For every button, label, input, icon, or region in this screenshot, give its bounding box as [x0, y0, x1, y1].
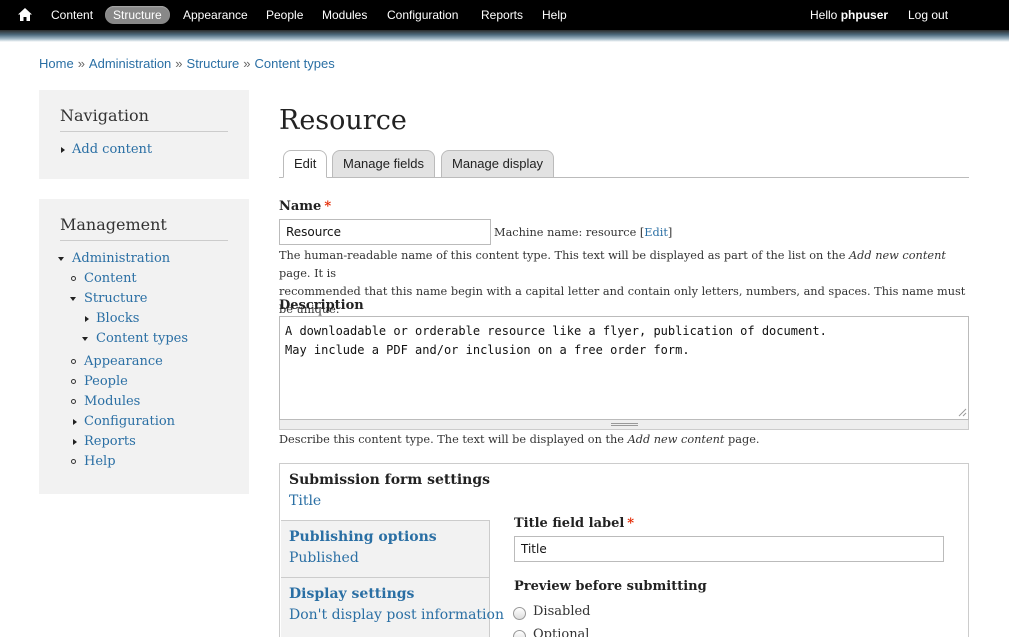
- breadcrumb-home[interactable]: Home: [39, 56, 74, 71]
- logout-link[interactable]: Log out: [908, 6, 948, 24]
- bullet-icon: [71, 359, 76, 364]
- tab-manage-fields[interactable]: Manage fields: [332, 150, 435, 178]
- menu-people[interactable]: People: [84, 374, 128, 389]
- page-title: Resource: [279, 105, 407, 136]
- menu-appearance[interactable]: Appearance: [84, 354, 163, 369]
- collapsed-arrow-icon: [61, 147, 65, 153]
- title-field-label: Title field label *: [514, 516, 635, 531]
- menu-reports[interactable]: Reports: [84, 434, 136, 449]
- management-block: Management: [39, 199, 249, 494]
- title-field-input[interactable]: Title: [514, 536, 944, 562]
- preview-disabled-radio[interactable]: [513, 607, 526, 620]
- machine-name-edit-link[interactable]: Edit: [644, 226, 668, 239]
- vtab-display-title[interactable]: Display settings: [289, 586, 414, 602]
- breadcrumb-administration[interactable]: Administration: [89, 56, 171, 71]
- breadcrumb: Home» Administration» Structure» Content ty…: [39, 56, 335, 71]
- menu-modules[interactable]: Modules: [84, 394, 140, 409]
- menu-configuration[interactable]: Configuration: [84, 414, 175, 429]
- management-title: Management: [60, 199, 228, 241]
- name-input[interactable]: Resource: [279, 219, 491, 245]
- menu-structure[interactable]: Structure: [84, 291, 148, 306]
- name-label: Name *: [279, 199, 332, 214]
- toolbar-shadow: [0, 30, 1009, 42]
- collapsed-arrow-icon: [73, 419, 77, 425]
- tab-manage-display[interactable]: Manage display: [441, 150, 555, 178]
- required-mark: *: [627, 516, 635, 531]
- description-help: Describe this content type. The text wil…: [279, 433, 760, 446]
- breadcrumb-structure[interactable]: Structure: [187, 56, 240, 71]
- required-mark: *: [324, 199, 332, 214]
- username[interactable]: phpuser: [841, 8, 888, 22]
- description-textarea[interactable]: A downloadable or orderable resource lik…: [279, 316, 969, 420]
- vtab-publishing-title[interactable]: Publishing options: [289, 529, 437, 545]
- description-label: Description: [279, 298, 364, 313]
- vtab-display-summary[interactable]: Don't display post information: [289, 607, 504, 623]
- preview-label: Preview before submitting: [514, 579, 707, 594]
- toolbar-appearance[interactable]: Appearance: [183, 6, 248, 24]
- collapsed-arrow-icon: [73, 439, 77, 445]
- toolbar-configuration[interactable]: Configuration: [387, 6, 458, 24]
- textarea-grippie[interactable]: [279, 420, 969, 430]
- toolbar-help[interactable]: Help: [542, 6, 567, 24]
- navigation-title: Navigation: [60, 90, 228, 132]
- navigation-block: Navigation: [39, 90, 249, 179]
- user-greeting: Hello phpuser: [810, 8, 889, 22]
- preview-disabled-label: Disabled: [533, 604, 591, 619]
- preview-optional-radio[interactable]: [513, 630, 526, 637]
- submission-settings-summary[interactable]: Title: [289, 493, 321, 509]
- bullet-icon: [71, 276, 76, 281]
- submission-settings-legend[interactable]: Submission form settings: [289, 472, 490, 488]
- menu-content-types[interactable]: Content types: [96, 331, 188, 346]
- toolbar-content[interactable]: Content: [51, 6, 93, 24]
- nav-add-content[interactable]: Add content: [72, 142, 152, 157]
- toolbar-people[interactable]: People: [266, 6, 303, 24]
- collapsed-arrow-icon: [85, 316, 89, 322]
- expanded-arrow-icon: [82, 337, 88, 341]
- toolbar-structure[interactable]: Structure: [105, 6, 170, 24]
- preview-optional-label: Optional: [533, 627, 590, 637]
- bullet-icon: [71, 399, 76, 404]
- resize-corner-icon[interactable]: [958, 408, 967, 417]
- menu-administration[interactable]: Administration: [72, 251, 170, 266]
- tab-edit[interactable]: Edit: [283, 150, 328, 178]
- menu-content[interactable]: Content: [84, 271, 137, 286]
- bullet-icon: [71, 459, 76, 464]
- vtab-publishing-summary[interactable]: Published: [289, 550, 359, 566]
- name-description: The human-readable name of this content …: [279, 249, 966, 316]
- bullet-icon: [71, 379, 76, 384]
- toolbar-reports[interactable]: Reports: [481, 6, 523, 24]
- menu-blocks[interactable]: Blocks: [96, 311, 139, 326]
- machine-name: Machine name: resource [Edit]: [494, 226, 673, 239]
- admin-toolbar: Content Structure Appearance People Modu…: [0, 0, 1009, 30]
- expanded-arrow-icon: [58, 257, 64, 261]
- toolbar-modules[interactable]: Modules: [322, 6, 367, 24]
- home-icon[interactable]: [18, 8, 32, 21]
- breadcrumb-content-types[interactable]: Content types: [255, 56, 335, 71]
- expanded-arrow-icon: [70, 297, 76, 301]
- menu-help[interactable]: Help: [84, 454, 116, 469]
